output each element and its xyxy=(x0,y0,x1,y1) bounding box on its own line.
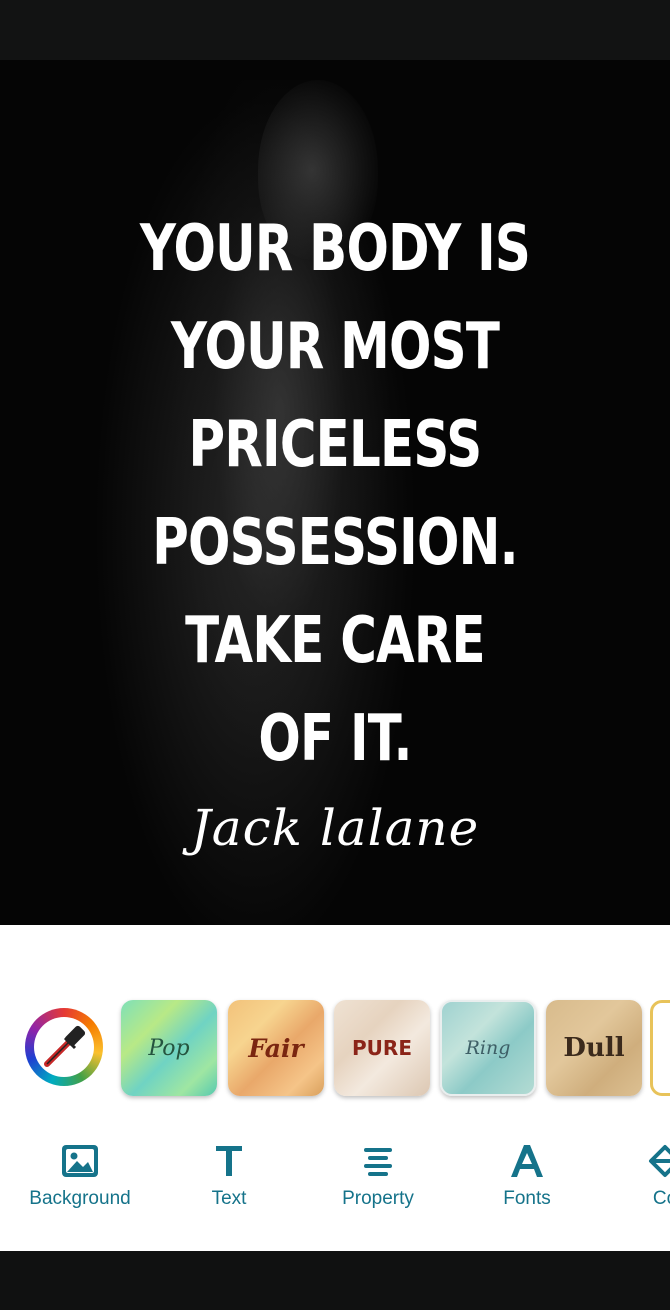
tile-label: Pop xyxy=(148,1035,190,1061)
tab-label: Co xyxy=(652,1188,670,1209)
quote-line: POSSESSION. xyxy=(152,506,518,580)
tab-fonts[interactable]: Fonts xyxy=(486,1138,568,1228)
paint-bucket-icon xyxy=(649,1145,670,1177)
background-tile-dull[interactable]: Dull xyxy=(546,1000,642,1096)
tab-background[interactable]: Background xyxy=(15,1138,145,1228)
tile-label: Ring xyxy=(465,1037,511,1059)
quote-line: YOUR MOST xyxy=(170,310,500,384)
quote-line: TAKE CARE xyxy=(185,604,486,678)
tab-text[interactable]: Text xyxy=(188,1138,270,1228)
quote-canvas[interactable]: YOUR BODY IS YOUR MOST PRICELESS POSSESS… xyxy=(0,60,670,925)
background-tile-fair[interactable]: Fair xyxy=(228,1000,324,1096)
quote-line: PRICELESS xyxy=(188,408,483,482)
tab-label: Background xyxy=(29,1188,131,1209)
bottom-tab-bar: Background Text Property Fonts C xyxy=(0,1138,670,1228)
tile-label: PURE xyxy=(352,1036,412,1060)
author-text[interactable]: Jack lalane xyxy=(0,798,670,858)
tab-label: Fonts xyxy=(503,1188,551,1209)
align-center-icon xyxy=(364,1148,392,1176)
quote-text[interactable]: YOUR BODY IS YOUR MOST PRICELESS POSSESS… xyxy=(105,200,565,788)
quote-line: OF IT. xyxy=(258,702,412,776)
eyedropper-color-wheel-icon[interactable] xyxy=(25,1008,103,1086)
tab-label: Property xyxy=(342,1188,414,1209)
background-tile-partial[interactable] xyxy=(650,1000,670,1096)
navigation-bar xyxy=(0,1251,670,1310)
status-bar xyxy=(0,0,670,60)
tab-label: Text xyxy=(211,1188,247,1209)
background-tile-pure[interactable]: PURE xyxy=(334,1000,430,1096)
tile-label: Fair xyxy=(248,1033,304,1063)
editor-panel: Pop Fair PURE Ring Dull Background Text xyxy=(0,925,670,1251)
eyedropper-icon xyxy=(44,1025,86,1067)
image-icon xyxy=(62,1145,98,1177)
quote-line: YOUR BODY IS xyxy=(139,212,531,286)
text-icon xyxy=(216,1146,242,1176)
tab-colors[interactable]: Co xyxy=(620,1138,670,1228)
background-tile-pop[interactable]: Pop xyxy=(121,1000,217,1096)
tab-property[interactable]: Property xyxy=(322,1138,434,1228)
background-tile-ring[interactable]: Ring xyxy=(440,1000,536,1096)
tile-label: Dull xyxy=(563,1033,625,1063)
font-icon xyxy=(511,1145,543,1177)
